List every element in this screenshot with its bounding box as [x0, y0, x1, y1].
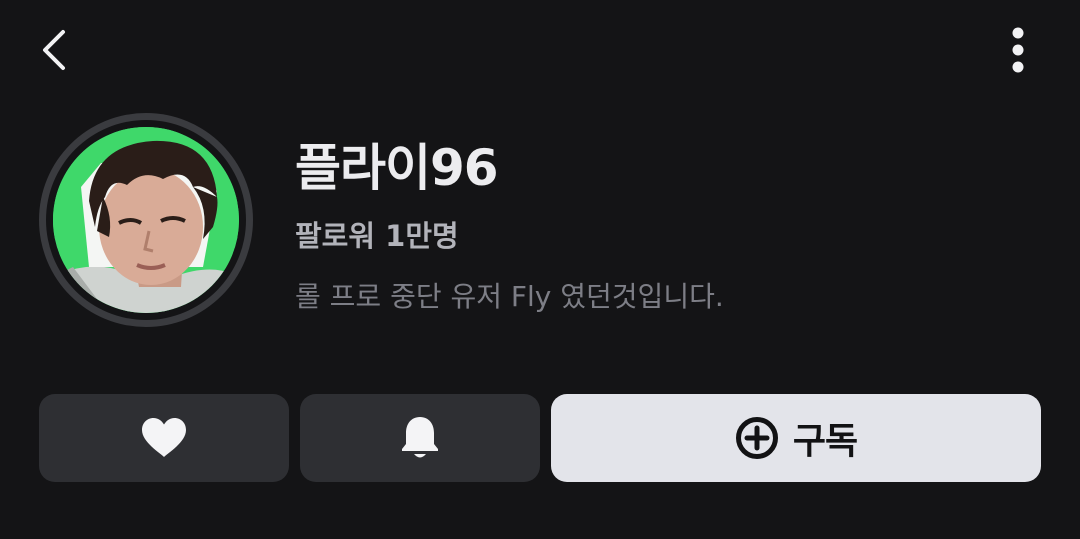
- more-vertical-icon: [1012, 27, 1024, 73]
- subscribe-button[interactable]: 구독: [551, 394, 1041, 482]
- subscribe-label: 구독: [792, 421, 858, 462]
- like-button[interactable]: [39, 394, 289, 482]
- back-button[interactable]: [30, 22, 78, 78]
- avatar-ring: [39, 113, 253, 327]
- channel-name: 플라이96: [295, 139, 499, 197]
- heart-icon: [142, 418, 186, 457]
- follower-count[interactable]: 팔로워 1만명: [295, 213, 459, 255]
- more-options-button[interactable]: [996, 22, 1040, 78]
- chevron-left-icon: [43, 30, 65, 70]
- bell-icon: [402, 417, 438, 458]
- profile-photo: [53, 127, 239, 313]
- plus-circle-icon: [735, 417, 778, 459]
- channel-description: 롤 프로 중단 유저 Fly 였던것입니다.: [295, 280, 724, 313]
- notification-button[interactable]: [300, 394, 540, 482]
- avatar[interactable]: [53, 127, 239, 313]
- channel-profile-screen: 플라이96 팔로워 1만명 롤 프로 중단 유저 Fly 였던것입니다. 구독: [0, 0, 1080, 539]
